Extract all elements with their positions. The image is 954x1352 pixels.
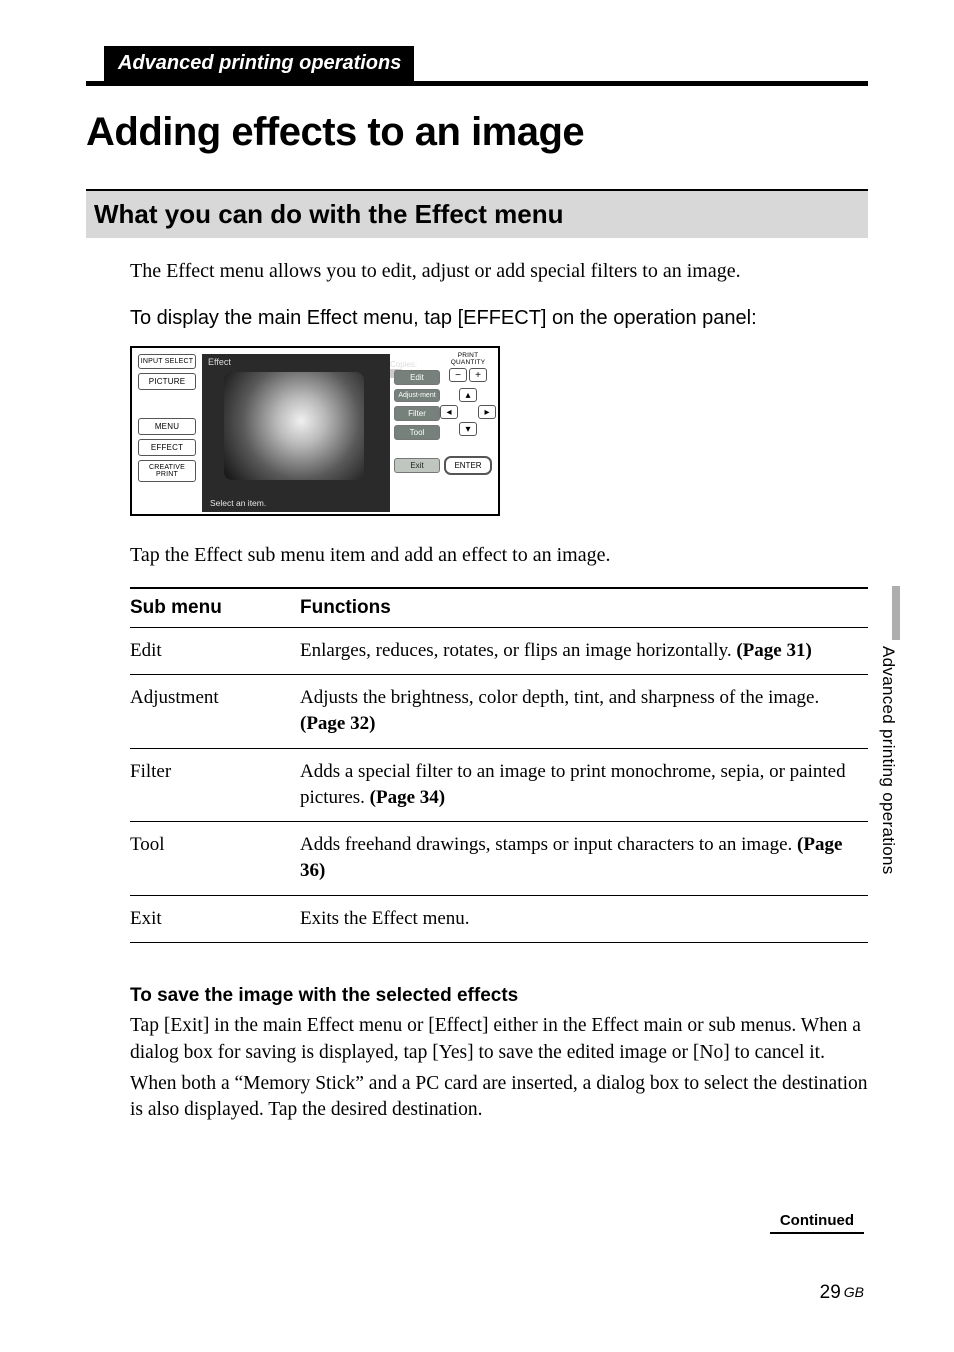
save-heading: To save the image with the selected effe…	[130, 985, 868, 1007]
cell-func: Adds a special filter to an image to pri…	[300, 748, 868, 821]
intro-text: The Effect menu allows you to edit, adju…	[130, 260, 868, 283]
side-tab-text: Advanced printing operations	[878, 646, 898, 875]
table-row: Tool Adds freehand drawings, stamps or i…	[130, 822, 868, 895]
cell-func: Enlarges, reduces, rotates, or flips an …	[300, 628, 868, 675]
ss-rbtn-adjust: Adjust-ment	[394, 389, 440, 402]
page-number: 29GB	[820, 1282, 864, 1304]
th-functions: Functions	[300, 588, 868, 628]
section-header: Advanced printing operations	[104, 46, 414, 81]
dpad-right-icon: ▸	[478, 405, 496, 419]
th-submenu: Sub menu	[130, 588, 300, 628]
display-instruction: To display the main Effect menu, tap [EF…	[130, 307, 868, 330]
ss-btn-menu: MENU	[138, 418, 196, 435]
header-band-wrapper: Advanced printing operations	[86, 46, 868, 86]
ss-center-title: Effect	[202, 354, 390, 370]
dpad-left-icon: ◂	[440, 405, 458, 419]
cell-sub: Exit	[130, 895, 300, 942]
ss-hint: Select an item.	[210, 498, 266, 508]
table-row: Exit Exits the Effect menu.	[130, 895, 868, 942]
table-row: Edit Enlarges, reduces, rotates, or flip…	[130, 628, 868, 675]
ss-btn-input-select: INPUT SELECT	[138, 354, 196, 369]
table-row: Filter Adds a special filter to an image…	[130, 748, 868, 821]
ss-enter: ENTER	[444, 456, 492, 475]
section-heading: What you can do with the Effect menu	[86, 189, 868, 238]
continued-label: Continued	[770, 1208, 864, 1234]
tap-line: Tap the Effect sub menu item and add an …	[130, 544, 868, 567]
effect-menu-screenshot: INPUT SELECT PICTURE MENU EFFECT CREATIV…	[130, 346, 500, 516]
page-title: Adding effects to an image	[86, 110, 868, 155]
page-number-value: 29	[820, 1282, 841, 1303]
ss-btn-effect: EFFECT	[138, 439, 196, 456]
cell-func: Adds freehand drawings, stamps or input …	[300, 822, 868, 895]
ss-pm-group: − +	[444, 368, 492, 382]
cell-sub: Adjustment	[130, 675, 300, 748]
ss-print-quantity-label: PRINT QUANTITY	[444, 352, 492, 366]
spacer	[394, 354, 440, 366]
side-tab-marker	[892, 586, 900, 640]
header-rule	[86, 81, 868, 86]
spacer	[138, 394, 196, 414]
cell-func: Adjusts the brightness, color depth, tin…	[300, 675, 868, 748]
cell-sub: Filter	[130, 748, 300, 821]
table-row: Adjustment Adjusts the brightness, color…	[130, 675, 868, 748]
ss-rbtn-edit: Edit	[394, 370, 440, 385]
ss-right-column: Edit Adjust-ment Filter Tool Exit	[394, 354, 440, 473]
functions-table: Sub menu Functions Edit Enlarges, reduce…	[130, 587, 868, 943]
spacer	[394, 444, 440, 454]
ss-btn-picture: PICTURE	[138, 373, 196, 390]
ss-rbtn-filter: Filter	[394, 406, 440, 421]
ss-rbtn-exit: Exit	[394, 458, 440, 473]
ss-center-panel: Effect Copies: 1 Select an item.	[202, 354, 390, 512]
cell-sub: Edit	[130, 628, 300, 675]
ss-preview-image	[224, 372, 364, 480]
page-region: GB	[844, 1284, 864, 1300]
save-para-2: When both a “Memory Stick” and a PC card…	[130, 1071, 868, 1125]
ss-plus: +	[469, 368, 487, 382]
ss-minus: −	[449, 368, 467, 382]
ss-left-column: INPUT SELECT PICTURE MENU EFFECT CREATIV…	[138, 354, 196, 482]
dpad-down-icon: ▾	[459, 422, 477, 436]
ss-dpad: ▴ ◂▸ ▾	[444, 388, 492, 438]
save-para-1: Tap [Exit] in the main Effect menu or [E…	[130, 1013, 868, 1067]
ss-far-right: PRINT QUANTITY − + ▴ ◂▸ ▾ ENTER	[444, 352, 492, 475]
cell-func: Exits the Effect menu.	[300, 895, 868, 942]
ss-rbtn-tool: Tool	[394, 425, 440, 440]
ss-btn-creative-print: CREATIVE PRINT	[138, 460, 196, 482]
cell-sub: Tool	[130, 822, 300, 895]
side-tab: Advanced printing operations	[878, 586, 900, 906]
dpad-up-icon: ▴	[459, 388, 477, 402]
